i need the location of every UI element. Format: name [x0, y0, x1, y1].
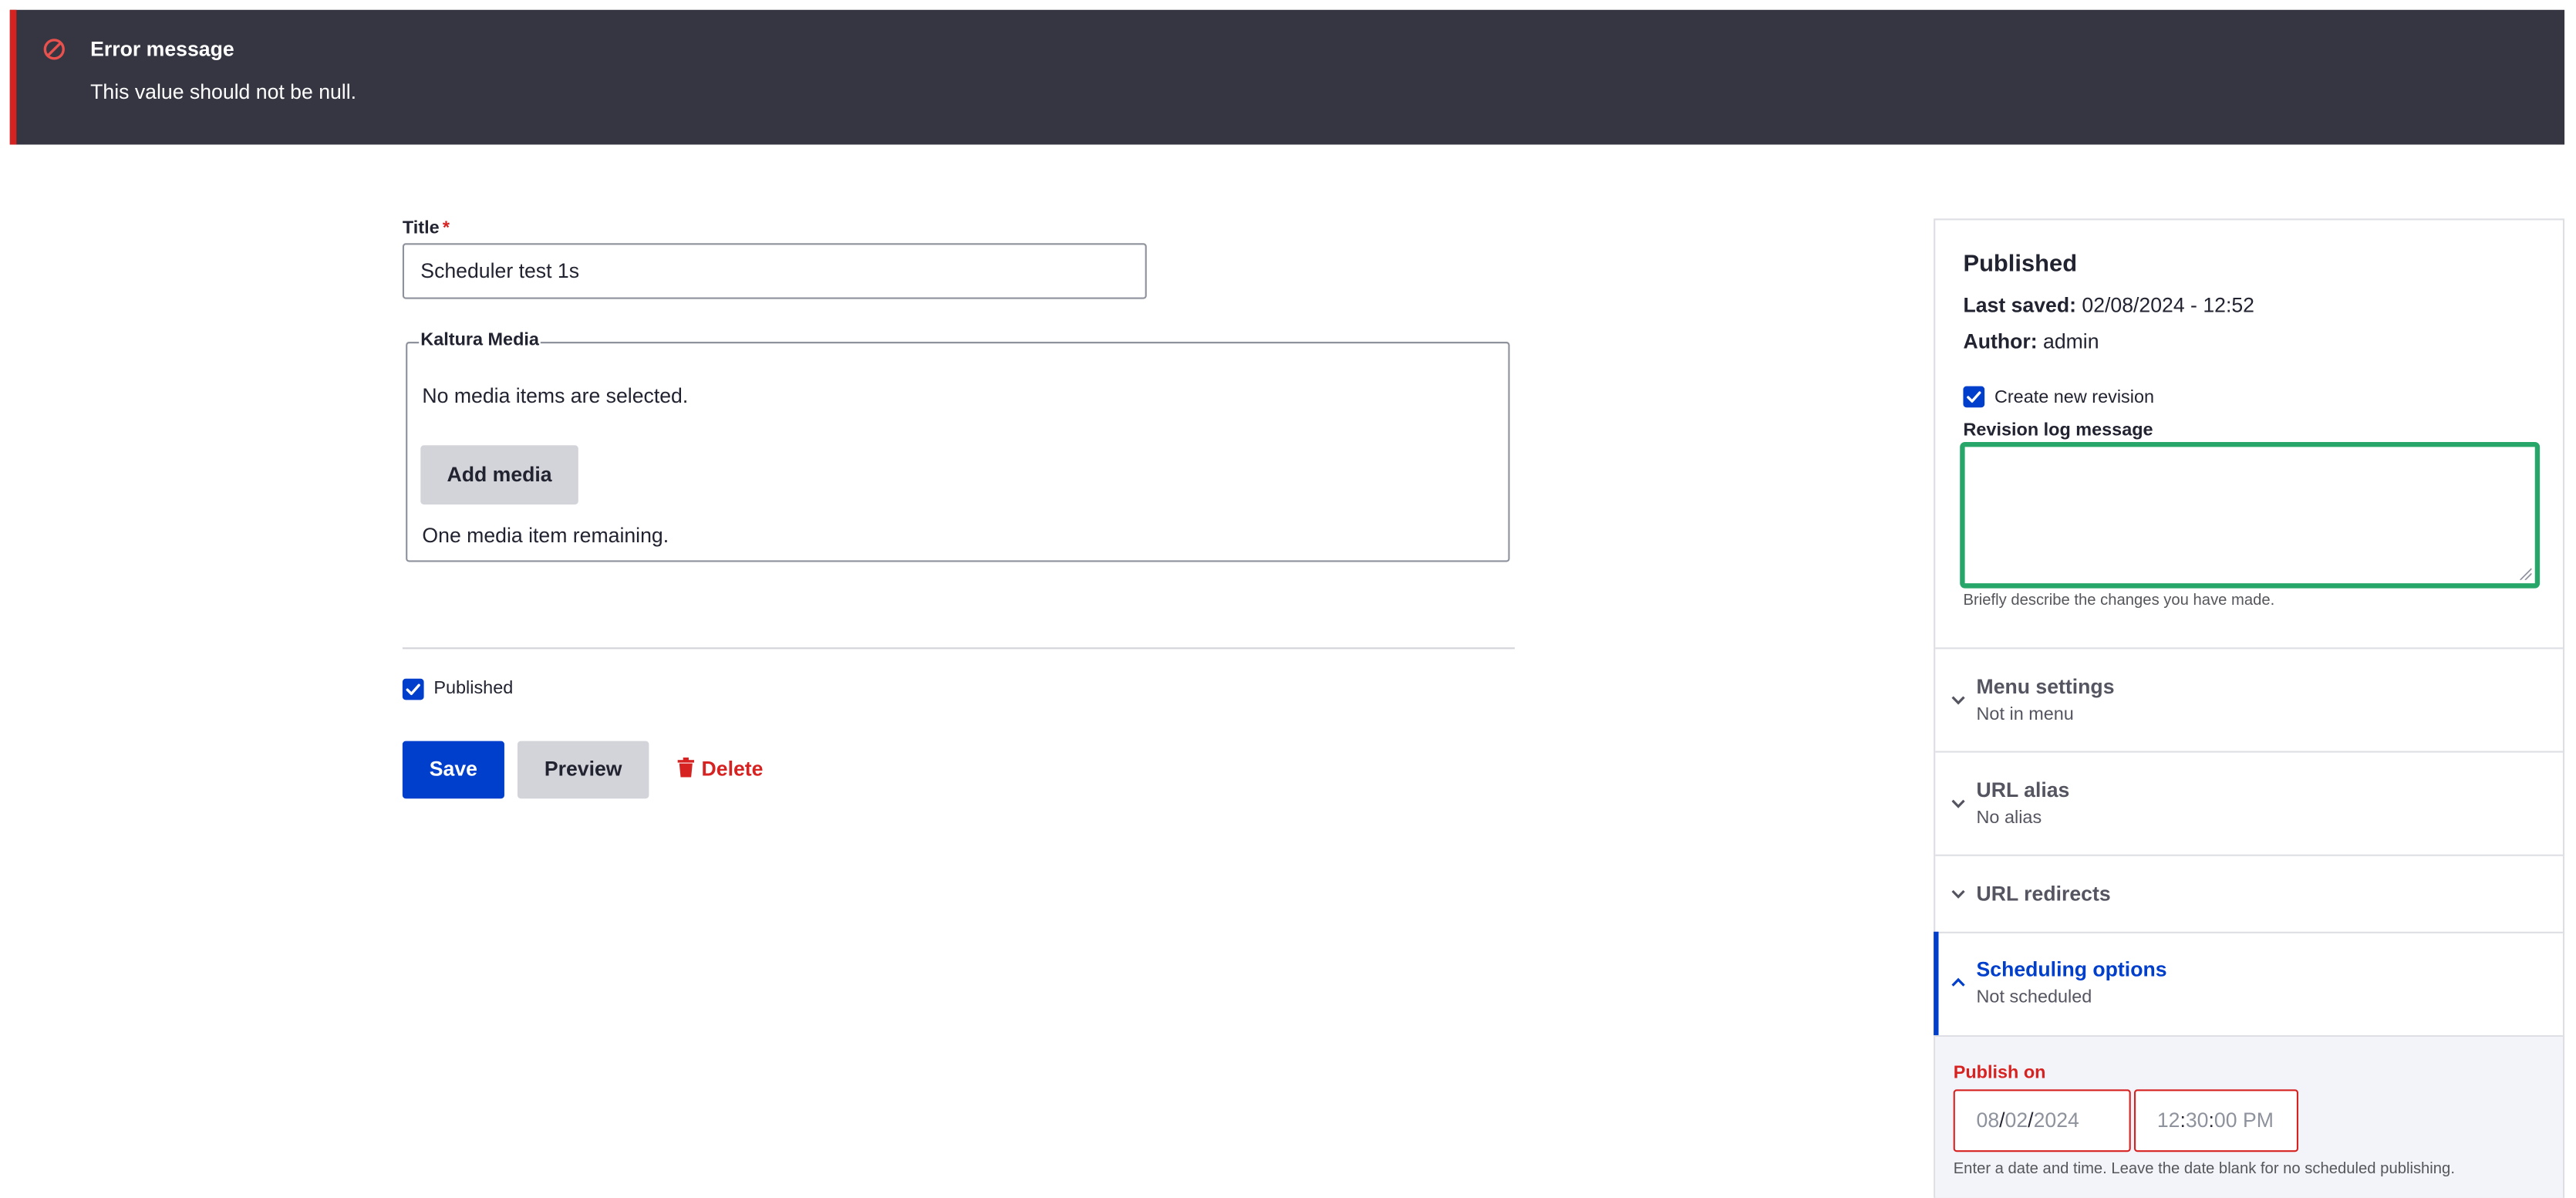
accordion-url-alias[interactable] [1935, 753, 2563, 855]
time-ampm: PM [2242, 1109, 2274, 1132]
accordion-title: URL alias [1976, 778, 2070, 802]
published-checkbox[interactable] [402, 678, 424, 700]
title-label: Title * [402, 218, 450, 238]
time-hour: 12 [2156, 1109, 2180, 1132]
chevron-down-icon [1951, 799, 1965, 808]
time-second: 00 [2214, 1109, 2237, 1132]
publish-on-label: Publish on [1953, 1063, 2046, 1083]
revision-log-label: Revision log message [1963, 420, 2153, 440]
error-title: Error message [90, 37, 234, 61]
add-media-button[interactable]: Add media [420, 445, 578, 505]
required-marker: * [442, 218, 450, 238]
create-revision-label: Create new revision [1994, 387, 2155, 408]
date-month: 08 [1976, 1109, 2000, 1132]
chevron-up-icon [1951, 977, 1965, 987]
author-line: Author: admin [1963, 330, 2099, 353]
date-day: 02 [2004, 1109, 2028, 1132]
checkmark-icon [406, 683, 420, 696]
accordion-title: URL redirects [1976, 882, 2111, 906]
accordion-summary: Not in menu [1976, 704, 2074, 725]
title-input[interactable]: Scheduler test 1s [402, 243, 1147, 299]
accordion-summary: No alias [1976, 808, 2042, 828]
error-circle-icon [43, 39, 65, 60]
chevron-down-icon [1951, 889, 1965, 899]
accordion-scheduling-options[interactable] [1939, 933, 2563, 1035]
publish-on-help: Enter a date and time. Leave the date bl… [1953, 1159, 2455, 1179]
time-minute: 30 [2185, 1109, 2209, 1132]
published-label: Published [433, 678, 514, 699]
no-media-text: No media items are selected. [422, 384, 689, 408]
date-year: 2024 [2033, 1109, 2079, 1132]
delete-button[interactable]: Delete [677, 754, 763, 784]
checkmark-icon [1967, 391, 1981, 403]
accordion-title: Scheduling options [1976, 957, 2167, 981]
error-text: This value should not be null. [90, 80, 357, 104]
revision-log-help: Briefly describe the changes you have ma… [1963, 591, 2275, 610]
resize-grip-icon[interactable] [2518, 567, 2532, 580]
accordion-title: Menu settings [1976, 675, 2115, 699]
accordion-summary: Not scheduled [1976, 987, 2092, 1007]
kaltura-media-legend: Kaltura Media [419, 330, 541, 350]
save-button[interactable]: Save [402, 741, 504, 799]
error-message-banner: Error message This value should not be n… [9, 9, 2565, 145]
publish-on-date-input[interactable]: 08/02/2024 [1953, 1089, 2131, 1152]
revision-log-textarea[interactable] [1961, 444, 2539, 587]
media-remaining-text: One media item remaining. [422, 524, 669, 548]
accordion-menu-settings[interactable] [1935, 649, 2563, 751]
create-revision-checkbox[interactable] [1963, 386, 1985, 408]
last-saved-line: Last saved: 02/08/2024 - 12:52 [1963, 294, 2254, 318]
preview-button[interactable]: Preview [517, 741, 649, 799]
form-divider [402, 647, 1515, 650]
publish-status-heading: Published [1963, 251, 2078, 278]
trash-icon [677, 757, 694, 778]
chevron-down-icon [1951, 696, 1965, 705]
publish-on-time-input[interactable]: 12:30:00 PM [2134, 1089, 2299, 1152]
